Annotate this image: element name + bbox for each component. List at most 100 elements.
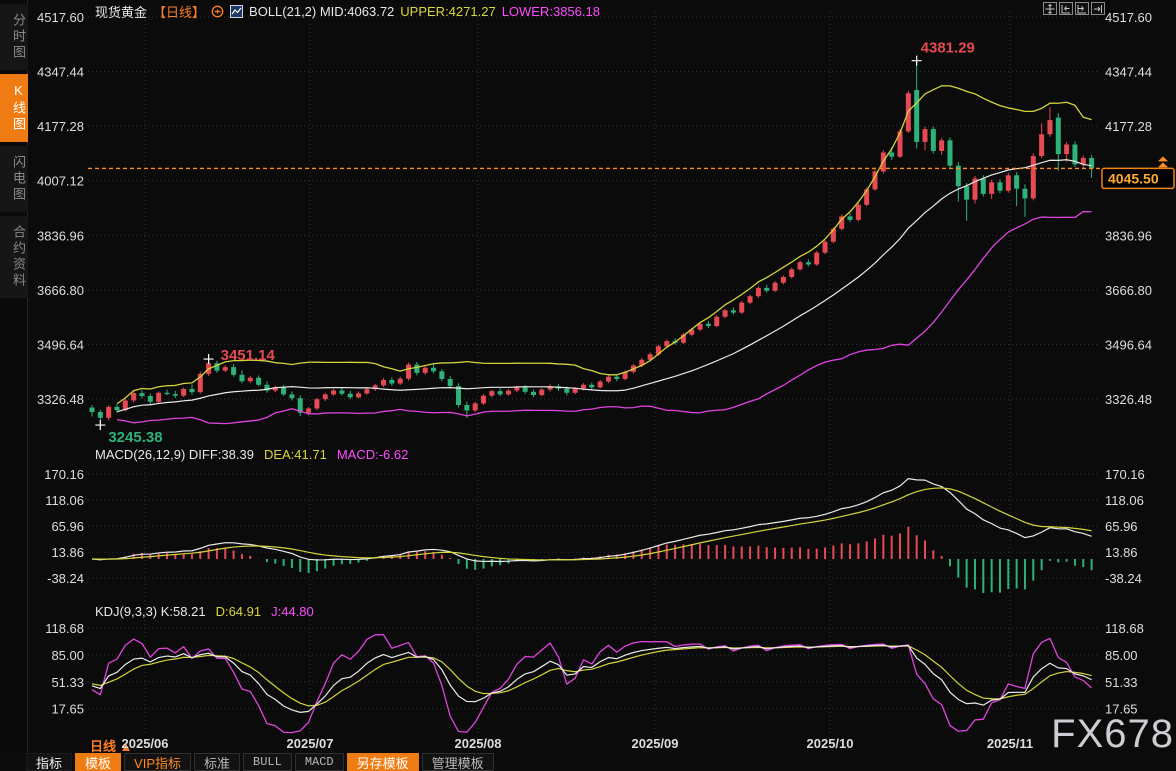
candle-body <box>114 407 119 410</box>
candle-body <box>1006 175 1011 190</box>
y-axis-label-right: 85.00 <box>1105 648 1138 663</box>
macd-diff-line <box>92 479 1092 562</box>
y-axis-label-left: 118.06 <box>45 493 84 508</box>
y-axis-label-right: 65.96 <box>1105 519 1138 534</box>
candle-body <box>598 382 603 388</box>
date-axis: 日线 ▲ 2025/062025/072025/082025/092025/10… <box>0 735 1176 753</box>
indicators-button[interactable]: 指标 <box>26 753 72 771</box>
kdj-panel-header: KDJ(9,3,3) K:58.21 D:64.91 J:44.80 <box>95 604 314 619</box>
price-cross-marker <box>95 420 105 430</box>
candle-body <box>539 390 544 395</box>
candle-body <box>248 378 253 382</box>
candle-body <box>723 310 728 316</box>
candle-body <box>356 393 361 397</box>
shift-end-icon[interactable] <box>1091 2 1105 15</box>
sidebar-tab-kline[interactable]: K线图 <box>0 74 28 142</box>
price-cross-marker <box>204 354 214 364</box>
candle-body <box>931 129 936 151</box>
y-axis-label-left: 65.96 <box>51 519 84 534</box>
sidebar-tab-contract-info[interactable]: 合约资料 <box>0 216 28 298</box>
candle-body <box>1056 118 1061 155</box>
pan-icon[interactable] <box>1043 2 1057 15</box>
y-axis-label-left: 4517.60 <box>37 10 84 25</box>
period-tag[interactable]: 【日线】 <box>153 2 205 21</box>
macd-readout: MACD(26,12,9) DIFF:38.39 <box>95 447 254 462</box>
y-axis-label-right: 170.16 <box>1105 467 1145 482</box>
candle-body <box>98 412 103 418</box>
y-axis-label-right: 118.68 <box>1105 621 1144 636</box>
candle-body <box>456 386 461 405</box>
sidebar: 分时图 K线图 闪电图 合约资料 <box>0 0 28 771</box>
candle-body <box>431 368 436 372</box>
candle-body <box>448 379 453 386</box>
y-axis-label-right: 13.86 <box>1105 545 1138 560</box>
sidebar-tab-timeline[interactable]: 分时图 <box>0 4 28 70</box>
macd-template-button[interactable]: MACD <box>295 753 344 771</box>
shift-right-icon[interactable] <box>1075 2 1089 15</box>
y-axis-label-left: 3666.80 <box>37 283 84 298</box>
y-axis-label-left: 3496.64 <box>37 337 84 352</box>
save-template-button[interactable]: 另存模板 <box>347 753 419 771</box>
candle-body <box>314 399 319 408</box>
chart-toolbar <box>1043 2 1105 15</box>
candle-body <box>823 242 828 253</box>
candle-body <box>131 393 136 400</box>
candle-body <box>439 371 444 379</box>
candle-body <box>748 296 753 302</box>
y-axis-label-right: -38.24 <box>1105 571 1142 586</box>
vip-indicators-button[interactable]: VIP指标 <box>124 753 191 771</box>
candle-body <box>331 391 336 395</box>
shift-left-icon[interactable] <box>1059 2 1073 15</box>
candle-body <box>914 90 919 142</box>
chart-app: 4517.604517.604347.444347.444177.284177.… <box>0 0 1176 771</box>
x-axis-date-label: 2025/07 <box>278 736 342 751</box>
y-axis-label-left: 85.00 <box>51 648 84 663</box>
candle-body <box>1039 134 1044 156</box>
candle-body <box>889 153 894 157</box>
y-axis-label-right: 3836.96 <box>1105 228 1152 243</box>
y-axis-label-left: 4177.28 <box>37 119 84 134</box>
candle-body <box>148 396 153 402</box>
bull-template-button[interactable]: BULL <box>243 753 292 771</box>
x-axis-date-label: 2025/09 <box>623 736 687 751</box>
candle-body <box>523 387 528 391</box>
candle-body <box>1014 175 1019 188</box>
y-axis-label-left: 13.86 <box>51 545 84 560</box>
y-axis-label-right: 3666.80 <box>1105 283 1152 298</box>
current-price-label: 4045.50 <box>1108 170 1159 186</box>
price-annotation: 4381.29 <box>921 40 975 57</box>
candle-body <box>414 365 419 373</box>
kdj-d-readout: D:64.91 <box>216 604 262 619</box>
boll-readout: BOLL(21,2) MID:4063.72 <box>249 4 394 19</box>
candle-body <box>156 393 161 402</box>
templates-button[interactable]: 模板 <box>75 753 121 771</box>
manage-templates-button[interactable]: 管理模板 <box>422 753 494 771</box>
candle-body <box>406 365 411 379</box>
candle-body <box>223 367 228 371</box>
symbol-name: 现货黄金 <box>95 2 147 21</box>
candle-body <box>981 178 986 193</box>
candle-body <box>389 380 394 384</box>
kdj-d-line <box>92 646 1092 706</box>
candle-body <box>281 387 286 394</box>
candle-body <box>473 403 478 410</box>
standard-button[interactable]: 标准 <box>194 753 240 771</box>
y-axis-label-left: 3836.96 <box>37 228 84 243</box>
candle-body <box>781 277 786 283</box>
chart-canvas[interactable]: 4517.604517.604347.444347.444177.284177.… <box>0 0 1176 735</box>
y-axis-label-left: 17.65 <box>51 702 84 717</box>
candle-body <box>947 140 952 165</box>
candle-body <box>514 387 519 390</box>
indicator-chart-icon[interactable] <box>230 5 243 18</box>
candle-body <box>997 182 1002 190</box>
link-circle-icon[interactable] <box>211 5 224 18</box>
y-axis-label-left: 4007.12 <box>37 174 84 189</box>
sidebar-tab-flash[interactable]: 闪电图 <box>0 146 28 212</box>
candle-body <box>848 216 853 220</box>
macd-bar-readout: MACD:-6.62 <box>337 447 409 462</box>
y-axis-label-left: -38.24 <box>47 571 84 586</box>
x-axis-date-label: 2025/06 <box>113 736 177 751</box>
candle-body <box>323 394 328 399</box>
candle-body <box>789 269 794 277</box>
price-up-arrows-icon <box>1158 156 1168 167</box>
